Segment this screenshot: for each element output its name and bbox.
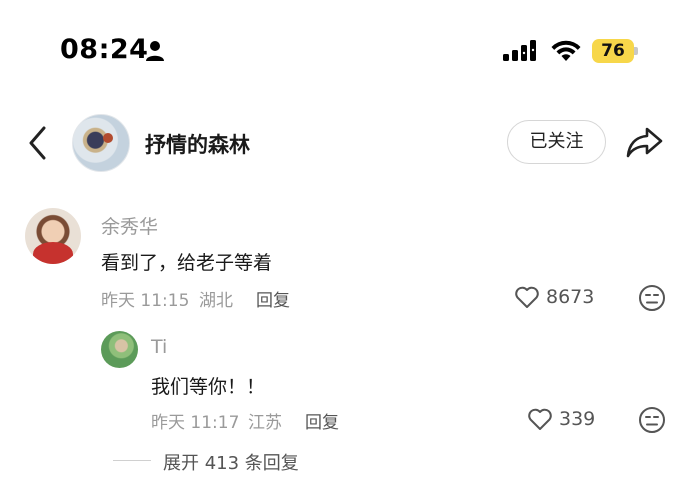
signal-icon [503, 40, 536, 61]
header-avatar[interactable] [72, 114, 130, 172]
share-icon[interactable] [626, 125, 664, 159]
dislike-face-icon[interactable] [638, 406, 666, 434]
profile-header: 抒情的森林 已关注 [0, 108, 690, 178]
comment-location: 湖北 [199, 291, 233, 311]
status-time: 08:24 [60, 34, 149, 65]
header-title[interactable]: 抒情的森林 [145, 129, 250, 159]
comment-reply-button[interactable]: 回复 [256, 286, 290, 311]
comment-like-count: 8673 [546, 286, 595, 308]
back-icon[interactable] [26, 125, 50, 161]
reply-username[interactable]: Ti [151, 336, 167, 358]
expand-divider [113, 460, 151, 461]
person-icon [146, 41, 164, 61]
battery-level: 76 [601, 41, 625, 61]
comment-username[interactable]: 余秀华 [101, 212, 158, 239]
reply-time: 昨天 11:17 [151, 413, 240, 433]
reply-like-count: 339 [559, 408, 596, 430]
avatar[interactable] [25, 208, 81, 264]
reply-reply-button[interactable]: 回复 [305, 408, 339, 433]
battery-cap [634, 47, 638, 55]
follow-button[interactable]: 已关注 [507, 120, 606, 164]
expand-replies-button[interactable]: 展开 413 条回复 [163, 449, 299, 475]
comment-text: 看到了，给老子等着 [101, 252, 273, 274]
reply-text: 我们等你！！ [151, 376, 266, 398]
battery-icon: 76 [592, 39, 638, 63]
comment-time: 昨天 11:15 [101, 291, 190, 311]
reply-location: 江苏 [248, 413, 282, 433]
status-bar: 08:24 76 [0, 0, 690, 100]
heart-icon[interactable] [514, 285, 540, 309]
reply-avatar[interactable] [101, 331, 138, 368]
dislike-face-icon[interactable] [638, 284, 666, 312]
heart-icon[interactable] [527, 407, 553, 431]
wifi-icon [551, 40, 581, 61]
